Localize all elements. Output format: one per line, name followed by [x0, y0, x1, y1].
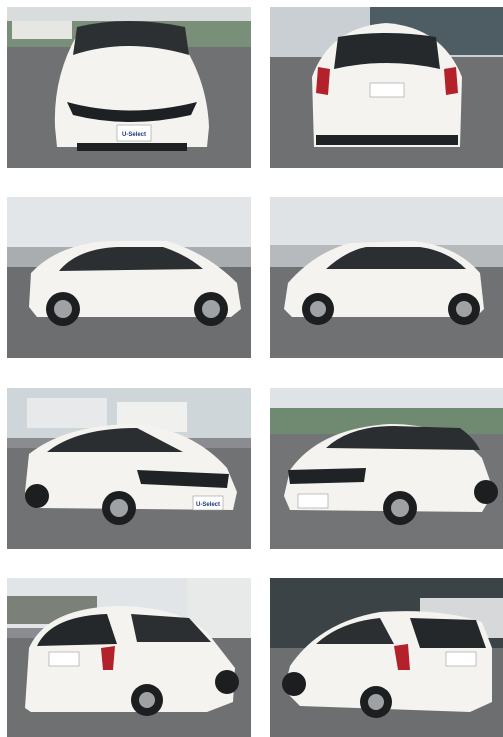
plate-text: U-Select — [122, 132, 146, 138]
car-photo-front[interactable]: U-Select — [7, 7, 251, 168]
car-photo-rear-three-quarter-left[interactable] — [7, 578, 251, 737]
plate-text: U-Select — [196, 502, 220, 508]
car-photo-front-three-quarter-left[interactable]: U-Select — [7, 388, 251, 549]
car-photo-side-right[interactable] — [270, 197, 503, 358]
car-photo-rear-three-quarter-right[interactable] — [270, 578, 503, 737]
photo-gallery: U-Select U-Select — [0, 0, 503, 737]
car-photo-side-left[interactable] — [7, 197, 251, 358]
car-photo-front-three-quarter-right[interactable] — [270, 388, 503, 549]
car-photo-rear[interactable] — [270, 7, 503, 168]
